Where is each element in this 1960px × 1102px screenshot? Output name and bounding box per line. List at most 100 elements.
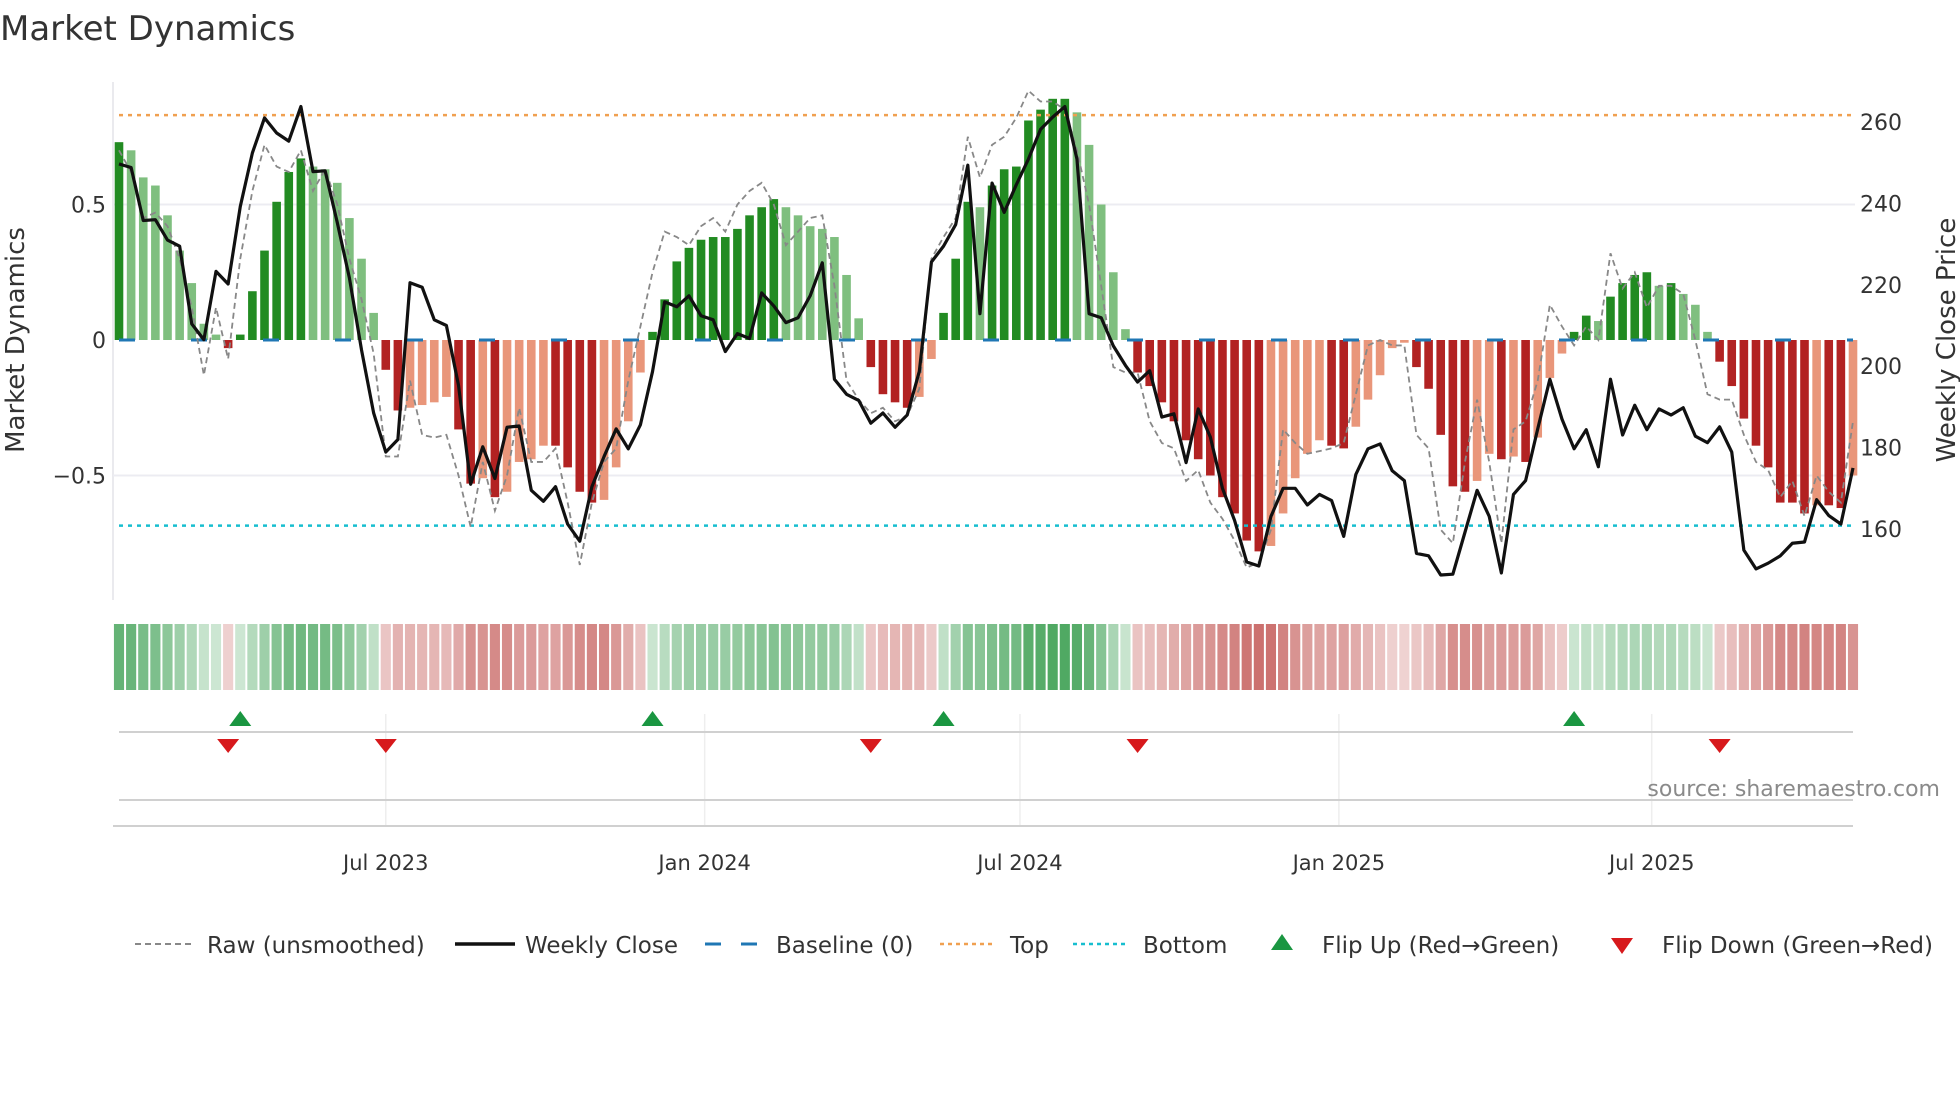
regime-strip-cell [1132,624,1143,690]
dynamics-bar [296,158,306,340]
regime-strip-cell [902,624,913,690]
regime-strip-cell [950,624,961,690]
dynamics-bar [842,274,851,340]
regime-strip-cell [1726,624,1737,690]
x-axis-ticks: Jul 2023 Jan 2024 Jul 2024 Jan 2025 Jul 2025 [341,851,1694,875]
regime-strip-cell [1071,624,1083,690]
regime-strip-cell [805,624,816,690]
right-tick-label: 220 [1860,274,1902,299]
dynamics-bar [1509,340,1518,457]
regime-strip-cell [1023,624,1034,690]
regime-strip-cell [659,624,670,690]
dynamics-bar [320,169,330,340]
regime-strip-cell [1302,624,1313,690]
flip-down-marker [1708,739,1731,753]
x-tick-label: Jan 2024 [656,851,751,875]
regime-strip-cell [465,624,476,690]
right-tick-label: 160 [1860,518,1902,543]
regime-strip-cell [186,624,197,690]
regime-strip-cell [708,624,719,690]
flip-markers-panel [113,711,1853,827]
legend-close-label: Weekly Close [525,933,678,959]
regime-strip-cell [404,624,416,690]
regime-strip-cell [1362,624,1374,690]
dynamics-bar [939,312,948,340]
dynamics-bar [235,334,245,340]
dynamics-bar [611,340,621,468]
regime-strip-cell [1096,624,1107,690]
dynamics-bar [1460,340,1470,492]
dynamics-bar [1788,340,1797,503]
legend-bottom-label: Bottom [1143,933,1227,959]
dynamics-bar [720,237,730,340]
regime-strip-cell [732,624,743,690]
dynamics-bar [684,247,694,340]
dynamics-bar [1121,329,1130,340]
dynamics-bar [1848,340,1858,476]
dynamics-bar [951,258,960,340]
regime-strip-cell [223,624,234,690]
regime-strip-cell [1629,624,1640,690]
regime-strip-cell [247,624,258,690]
regime-strip-cell [429,624,440,690]
regime-strip-cell [1447,624,1458,690]
legend-flip-up-label: Flip Up (Red→Green) [1322,933,1559,959]
regime-strip-cell [283,624,294,690]
regime-strip-cell [150,624,161,690]
flip-down-marker [859,739,882,753]
regime-strip-cell [877,624,888,690]
dynamics-bar [284,171,294,340]
regime-strip-cell [1120,624,1131,690]
regime-strip-cell [332,624,343,690]
regime-strip-cell [1556,624,1568,690]
dynamics-bar [1521,340,1530,462]
source-label: source: sharemaestro.com [1647,777,1940,802]
regime-strip-cell [1205,624,1216,690]
regime-strip-cell [1690,624,1701,690]
regime-strip-cell [1750,624,1762,690]
dynamics-bar [963,201,973,340]
regime-strip-cell [853,624,864,690]
regime-strip-cell [1484,624,1495,690]
x-tick-label: Jul 2023 [341,851,428,875]
regime-strip-cell [307,624,319,690]
regime-strip-cell [1193,624,1204,690]
regime-strip-cell [1241,624,1252,690]
flip-down-marker [1126,739,1149,753]
dynamics-bar [1242,340,1252,541]
dynamics-bar [1375,340,1385,376]
flip-down-marker [374,739,397,753]
regime-strip-cell [501,624,513,690]
regime-strip-cell [865,624,876,690]
dynamics-bar [757,207,766,340]
dynamics-bar [1230,340,1239,514]
dynamics-bar [539,340,548,446]
regime-strip-cell [987,624,998,690]
dynamics-bar [369,312,378,340]
dynamics-bar [1060,98,1070,340]
regime-strip-cell [1338,624,1349,690]
dynamics-bar [575,340,585,492]
dynamics-bar [417,340,427,406]
regime-strip-cell [1678,624,1689,690]
regime-strip-cell [1617,624,1628,690]
dynamics-bar [1133,340,1142,373]
dynamics-bar [563,340,572,468]
right-tick-label: 240 [1860,192,1902,217]
regime-strip [113,624,1859,690]
regime-strip-cell [756,624,767,690]
regime-strip-cell [210,624,222,690]
regime-strip-cell [1593,624,1604,690]
legend-top-label: Top [1009,933,1049,959]
dynamics-bar [890,340,900,403]
regime-strip-cell [841,624,852,690]
regime-strip-cell [1278,624,1289,690]
right-tick-label: 200 [1860,355,1902,380]
dynamics-bar [769,199,779,340]
regime-strip-cell [1472,624,1483,690]
left-tick-label: 0.5 [71,194,106,219]
regime-strip-cell [1326,624,1337,690]
regime-strip-cell [817,624,828,690]
regime-strip-cell [768,624,779,690]
regime-strip-cell [1823,624,1834,690]
